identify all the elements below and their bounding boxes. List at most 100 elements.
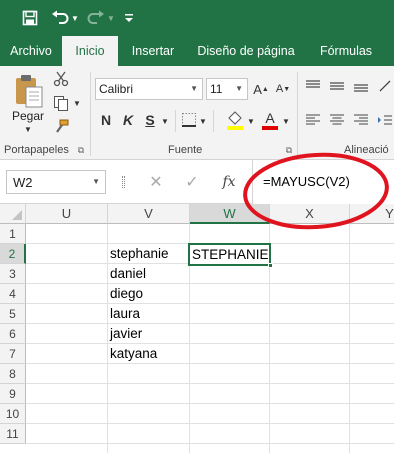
font-group-label: Fuente [168,144,203,156]
bold-button[interactable]: N [98,110,114,130]
formula-input[interactable]: =MAYUSC(V2) [252,160,394,204]
gridline [26,343,394,344]
copy-dropdown-icon[interactable]: ▼ [72,96,82,110]
row-header-6[interactable]: 6 [0,324,26,344]
insert-function-button[interactable]: fx [218,172,240,192]
font-color-dropdown-icon[interactable]: ▼ [281,114,291,128]
gridline [26,363,394,364]
font-launcher-icon[interactable]: ⧉ [284,144,294,156]
row-header-7[interactable]: 7 [0,344,26,364]
underline-dropdown-icon[interactable]: ▼ [160,114,170,128]
formula-bar-grip-icon[interactable] [122,176,125,188]
row-header-11[interactable]: 11 [0,424,26,444]
name-box[interactable]: W2 ▼ [6,170,106,194]
redo-dropdown-icon[interactable]: ▼ [106,8,116,28]
enter-icon[interactable]: ✓ [182,172,202,192]
row-header-1[interactable]: 1 [0,224,26,244]
row-header-10[interactable]: 10 [0,404,26,424]
tab-formulas[interactable]: Fórmulas [310,36,382,66]
align-left-icon[interactable] [304,112,322,128]
ribbon-separator [90,72,91,156]
increase-font-size-icon[interactable]: A ▲ [252,78,270,100]
align-center-icon[interactable] [328,112,346,128]
clipboard-launcher-icon[interactable]: ⧉ [76,144,86,156]
row-header-5[interactable]: 5 [0,304,26,324]
alignment-group-label: Alineació [344,144,389,156]
ribbon: Pegar ▼ ▼ Portapapeles ⧉ Calibri ▼ 11 ▼ … [0,66,394,160]
gridline [26,443,394,444]
underline-button[interactable]: S [142,110,158,130]
tab-insertar[interactable]: Insertar [121,36,185,66]
gridline [26,323,394,324]
font-name-box[interactable]: Calibri ▼ [95,78,203,100]
cell-v2[interactable]: stephanie [107,244,189,264]
borders-dropdown-icon[interactable]: ▼ [198,114,208,128]
select-all-corner[interactable] [0,204,26,224]
svg-text:A: A [265,110,275,126]
fill-color-dropdown-icon[interactable]: ▼ [246,114,256,128]
customize-qat-icon[interactable] [122,8,136,28]
cell-v6[interactable]: javier [107,324,189,344]
font-color-icon[interactable]: A [260,108,280,132]
tab-inicio[interactable]: Inicio [62,36,118,66]
save-icon[interactable] [20,8,40,28]
clipboard-group-label: Portapapeles [4,144,69,156]
font-size-value: 11 [210,82,223,96]
gridline [26,403,394,404]
font-separator-2 [213,110,214,132]
align-middle-icon[interactable] [328,78,346,94]
name-box-value: W2 [13,175,33,190]
row-header-9[interactable]: 9 [0,384,26,404]
italic-button[interactable]: K [120,110,136,130]
name-box-dropdown-icon[interactable]: ▼ [92,177,100,186]
indent-icon[interactable] [376,112,394,128]
column-header-w[interactable]: W [190,204,270,224]
ribbon-separator-2 [297,72,298,156]
tab-diseno-de-pagina[interactable]: Diseño de página [190,36,302,66]
cut-icon[interactable] [52,70,70,88]
font-separator [175,110,176,132]
row-header-3[interactable]: 3 [0,264,26,284]
paste-dropdown-icon[interactable]: ▼ [22,124,34,134]
align-right-icon[interactable] [352,112,370,128]
font-size-dropdown-icon[interactable]: ▼ [235,84,243,93]
borders-icon[interactable] [180,110,198,130]
decrease-font-size-icon[interactable]: A ▼ [274,78,292,100]
row-header-2[interactable]: 2 [0,244,26,264]
column-header-y[interactable]: Y [350,204,394,224]
undo-icon[interactable] [50,8,70,28]
gridline [26,303,394,304]
gridline [26,283,394,284]
cell-v4[interactable]: diego [107,284,189,304]
align-top-icon[interactable] [304,78,322,94]
row-header-8[interactable]: 8 [0,364,26,384]
fill-color-icon[interactable] [224,108,246,132]
cell-v3[interactable]: daniel [107,264,189,284]
cell-v5[interactable]: laura [107,304,189,324]
row-header-4[interactable]: 4 [0,284,26,304]
copy-icon[interactable] [52,94,70,112]
format-painter-icon[interactable] [52,118,70,136]
orientation-icon[interactable] [376,78,394,94]
font-name-value: Calibri [99,82,134,96]
column-header-u[interactable]: U [26,204,108,224]
gridline [26,423,394,424]
paste-icon[interactable] [10,72,46,112]
active-cell-w2[interactable]: STEPHANIE [188,243,271,266]
fill-handle[interactable] [268,263,273,268]
quick-access-toolbar: ▼ ▼ [0,0,394,36]
redo-icon[interactable] [86,8,106,28]
font-size-box[interactable]: 11 ▼ [206,78,248,100]
align-bottom-icon[interactable] [352,78,370,94]
cell-v7[interactable]: katyana [107,344,189,364]
font-name-dropdown-icon[interactable]: ▼ [190,84,198,93]
cancel-icon[interactable]: ✕ [146,172,166,192]
worksheet-grid[interactable]: U V W X Y 1 2 3 4 5 6 7 8 9 10 11 stepha… [0,204,394,453]
gridline [26,383,394,384]
column-header-x[interactable]: X [270,204,350,224]
undo-dropdown-icon[interactable]: ▼ [70,8,80,28]
column-header-v[interactable]: V [108,204,190,224]
gridline [349,224,350,453]
paste-button-label[interactable]: Pegar [10,108,46,124]
tab-archivo[interactable]: Archivo [0,36,62,66]
